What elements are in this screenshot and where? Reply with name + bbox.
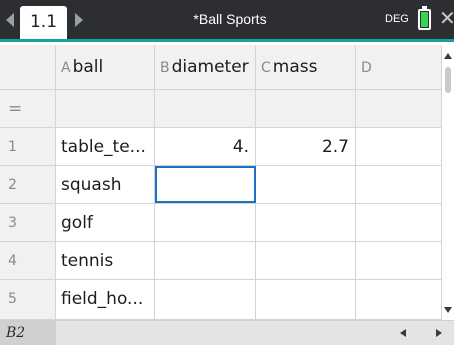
column-letter: D	[361, 60, 372, 76]
table-row: 1 table_te... 4. 2.7	[0, 128, 442, 166]
column-letter: C	[261, 60, 271, 76]
formula-cell-b[interactable]	[155, 90, 256, 127]
document-title: *Ball Sports	[193, 11, 267, 27]
close-icon[interactable]: ✕	[439, 6, 454, 30]
title-bar: 1.1 *Ball Sports DEG ✕	[0, 0, 454, 42]
column-header-b[interactable]: Bdiameter	[155, 45, 256, 89]
column-header-d[interactable]: D	[356, 45, 442, 89]
formula-row: =	[0, 90, 442, 128]
cell-c2[interactable]	[256, 166, 356, 203]
cell-a3[interactable]: golf	[56, 204, 155, 241]
angle-mode-indicator: DEG	[385, 13, 409, 25]
cell-a2[interactable]: squash	[56, 166, 155, 203]
battery-level	[421, 12, 428, 27]
cell-d3[interactable]	[356, 204, 442, 241]
column-letter: B	[160, 60, 170, 76]
row-number[interactable]: 3	[0, 204, 56, 241]
cell-b2-selected[interactable]	[155, 166, 256, 203]
vertical-scrollbar[interactable]	[442, 45, 454, 320]
scroll-thumb[interactable]	[445, 67, 451, 93]
corner-cell[interactable]	[0, 45, 56, 89]
row-number[interactable]: 1	[0, 128, 56, 165]
cell-d2[interactable]	[356, 166, 442, 203]
battery-icon	[418, 6, 431, 30]
row-number[interactable]: 2	[0, 166, 56, 203]
column-header-row: Aball Bdiameter Cmass D	[0, 45, 442, 90]
table-row: 3 golf	[0, 204, 442, 242]
cell-b5[interactable]	[155, 280, 256, 319]
cell-c3[interactable]	[256, 204, 356, 241]
table-row: 4 tennis	[0, 242, 442, 280]
scroll-right-icon[interactable]	[436, 329, 442, 337]
cell-d1[interactable]	[356, 128, 442, 165]
cell-c4[interactable]	[256, 242, 356, 279]
row-number[interactable]: 4	[0, 242, 56, 279]
cell-a1[interactable]: table_te...	[56, 128, 155, 165]
table-row: 2 squash	[0, 166, 442, 204]
column-name: mass	[272, 57, 318, 77]
formula-cell-a[interactable]	[56, 90, 155, 127]
cell-c5[interactable]	[256, 280, 356, 319]
formula-row-label: =	[0, 90, 56, 127]
status-bar: B2	[0, 320, 454, 345]
previous-page-icon[interactable]	[6, 13, 14, 27]
cell-reference: B2	[0, 321, 56, 345]
cell-b4[interactable]	[155, 242, 256, 279]
table-row: 5 field_ho...	[0, 280, 442, 320]
formula-cell-c[interactable]	[256, 90, 356, 127]
formula-cell-d[interactable]	[356, 90, 442, 127]
cell-c1[interactable]: 2.7	[256, 128, 356, 165]
row-number[interactable]: 5	[0, 280, 56, 319]
column-name: diameter	[171, 57, 249, 77]
scroll-down-icon[interactable]	[444, 307, 452, 313]
column-letter: A	[61, 60, 71, 76]
next-page-icon[interactable]	[75, 13, 83, 27]
cell-a4[interactable]: tennis	[56, 242, 155, 279]
column-header-c[interactable]: Cmass	[256, 45, 356, 89]
cell-d5[interactable]	[356, 280, 442, 319]
cell-d4[interactable]	[356, 242, 442, 279]
scroll-up-icon[interactable]	[444, 53, 452, 59]
column-name: ball	[72, 57, 104, 77]
scroll-left-icon[interactable]	[400, 329, 406, 337]
column-header-a[interactable]: Aball	[56, 45, 155, 89]
cell-b3[interactable]	[155, 204, 256, 241]
page-tab[interactable]: 1.1	[20, 6, 67, 39]
cell-a5[interactable]: field_ho...	[56, 280, 155, 319]
cell-b1[interactable]: 4.	[155, 128, 256, 165]
